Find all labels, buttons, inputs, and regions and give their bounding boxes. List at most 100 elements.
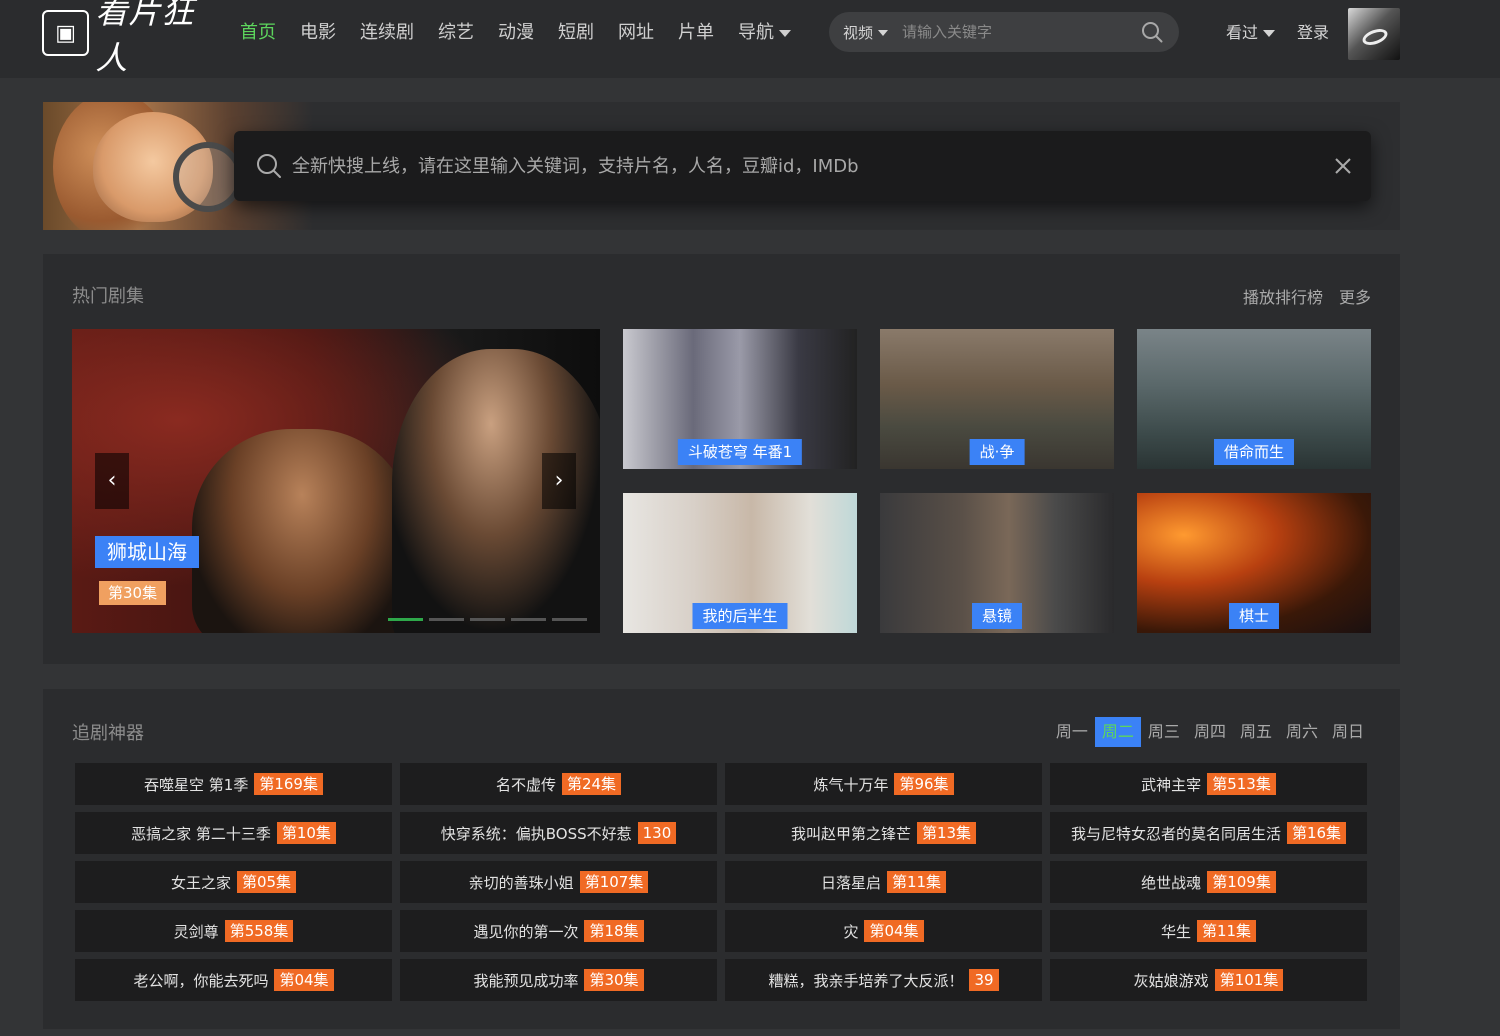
list-item[interactable]: 我能预见成功率 第30集 — [400, 959, 717, 1001]
tab-friday[interactable]: 周五 — [1233, 717, 1279, 747]
main-nav: 首页 电影 连续剧 综艺 动漫 短剧 网址 片单 导航 — [240, 18, 815, 48]
quick-search-input[interactable] — [292, 151, 1292, 181]
hero-carousel[interactable]: ‹ › 狮城山海 第30集 — [72, 329, 600, 633]
tab-sunday[interactable]: 周日 — [1325, 717, 1371, 747]
hero-figure-left — [192, 429, 412, 633]
nav-item-variety[interactable]: 综艺 — [438, 18, 474, 48]
series-card[interactable]: 我的后半生 — [623, 493, 857, 633]
search-type-select[interactable]: 视频 — [843, 22, 889, 43]
list-item[interactable]: 老公啊，你能去死吗 第04集 — [75, 959, 392, 1001]
ranking-link[interactable]: 播放排行榜 — [1243, 284, 1323, 308]
tab-monday[interactable]: 周一 — [1049, 717, 1095, 747]
search-icon[interactable] — [1141, 21, 1163, 43]
carousel-dot[interactable] — [429, 618, 464, 621]
list-item[interactable]: 灰姑娘游戏 第101集 — [1050, 959, 1367, 1001]
weekday-tabs: 周一 周二 周三 周四 周五 周六 周日 — [1049, 717, 1371, 747]
series-title: 借命而生 — [1213, 439, 1295, 465]
episode-badge: 第05集 — [236, 871, 297, 893]
series-card[interactable]: 悬镜 — [880, 493, 1114, 633]
list-item[interactable]: 糟糕，我亲手培养了大反派！ 39 — [725, 959, 1042, 1001]
list-item[interactable]: 亲切的善珠小姐 第107集 — [400, 861, 717, 903]
chevron-down-icon — [878, 30, 889, 36]
close-icon[interactable] — [1334, 157, 1352, 175]
drama-tracker-section: 追剧神器 周一 周二 周三 周四 周五 周六 周日 吞噬星空 第1季 第169集 … — [43, 689, 1400, 1029]
episode-badge: 第18集 — [584, 920, 644, 942]
item-name: 女王之家 — [170, 873, 231, 892]
list-item[interactable]: 日落星启 第11集 — [725, 861, 1042, 903]
series-title: 棋士 — [1228, 603, 1280, 629]
nav-item-short-drama[interactable]: 短剧 — [558, 18, 594, 48]
quick-search-box: beta — [234, 131, 1371, 201]
nav-item-anime[interactable]: 动漫 — [498, 18, 534, 48]
carousel-dot[interactable] — [388, 618, 423, 621]
logo-icon: ▣ — [42, 10, 90, 56]
episode-badge: 第109集 — [1207, 871, 1276, 893]
carousel-dot[interactable] — [470, 618, 505, 621]
list-item[interactable]: 恶搞之家 第二十三季 第10集 — [75, 812, 392, 854]
list-item[interactable]: 灵剑尊 第558集 — [75, 910, 392, 952]
episode-badge: 第16集 — [1286, 822, 1347, 844]
watched-history-menu[interactable]: 看过 — [1226, 18, 1276, 48]
list-item[interactable]: 绝世战魂 第109集 — [1050, 861, 1367, 903]
watched-label: 看过 — [1226, 23, 1259, 42]
item-name: 我叫赵甲第之锋芒 — [790, 824, 911, 843]
item-name: 我能预见成功率 — [473, 971, 579, 990]
episode-badge: 第11集 — [886, 871, 947, 893]
list-item[interactable]: 我叫赵甲第之锋芒 第13集 — [725, 812, 1042, 854]
series-title: 我的后半生 — [692, 603, 788, 629]
episode-badge: 第30集 — [584, 969, 644, 991]
series-card[interactable]: 战·争 — [880, 329, 1114, 469]
tab-thursday[interactable]: 周四 — [1187, 717, 1233, 747]
carousel-next-button[interactable]: › — [542, 453, 576, 509]
nav-item-series[interactable]: 连续剧 — [360, 18, 414, 48]
item-name: 恶搞之家 第二十三季 — [131, 824, 271, 843]
item-name: 糟糕，我亲手培养了大反派！ — [768, 971, 964, 990]
item-name: 我与尼特女忍者的莫名同居生活 — [1070, 824, 1281, 843]
carousel-dot[interactable] — [552, 618, 587, 621]
nav-item-movies[interactable]: 电影 — [300, 18, 336, 48]
carousel-prev-button[interactable]: ‹ — [95, 453, 129, 509]
item-name: 老公啊，你能去死吗 — [133, 971, 269, 990]
nav-item-home[interactable]: 首页 — [240, 18, 276, 48]
episode-badge: 第558集 — [224, 920, 294, 942]
nav-item-navigation[interactable]: 导航 — [738, 18, 791, 48]
hot-series-section: 热门剧集 播放排行榜 更多 ‹ › 狮城山海 第30集 斗破苍穹 年番1 战·争… — [43, 254, 1400, 664]
tab-wednesday[interactable]: 周三 — [1141, 717, 1187, 747]
series-card[interactable]: 棋士 — [1137, 493, 1371, 633]
site-logo[interactable]: ▣ 看片狂人 — [42, 0, 220, 77]
list-item[interactable]: 女王之家 第05集 — [75, 861, 392, 903]
list-item[interactable]: 遇见你的第一次 第18集 — [400, 910, 717, 952]
episode-badge: 第04集 — [274, 969, 334, 991]
item-name: 名不虚传 — [495, 775, 556, 794]
section-title: 追剧神器 — [72, 723, 144, 744]
login-link[interactable]: 登录 — [1297, 18, 1329, 48]
episode-badge: 第513集 — [1207, 773, 1276, 795]
nav-item-urls[interactable]: 网址 — [618, 18, 654, 48]
carousel-dot[interactable] — [511, 618, 546, 621]
nav-navigation-label: 导航 — [738, 22, 774, 43]
top-navigation-bar: ▣ 看片狂人 首页 电影 连续剧 综艺 动漫 短剧 网址 片单 导航 视频 看过… — [0, 0, 1500, 78]
episode-badge: 第169集 — [254, 773, 323, 795]
item-name: 灾 — [843, 922, 859, 941]
list-item[interactable]: 吞噬星空 第1季 第169集 — [75, 763, 392, 805]
item-name: 武神主宰 — [1141, 775, 1202, 794]
item-name: 炼气十万年 — [813, 775, 889, 794]
list-item[interactable]: 炼气十万年 第96集 — [725, 763, 1042, 805]
series-card[interactable]: 借命而生 — [1137, 329, 1371, 469]
episode-badge: 第96集 — [894, 773, 954, 795]
tab-tuesday[interactable]: 周二 — [1094, 717, 1141, 747]
search-input[interactable] — [902, 23, 1113, 41]
chevron-down-icon — [1263, 30, 1276, 37]
list-item[interactable]: 名不虚传 第24集 — [400, 763, 717, 805]
series-card[interactable]: 斗破苍穹 年番1 — [623, 329, 857, 469]
more-link[interactable]: 更多 — [1339, 284, 1371, 308]
avatar[interactable] — [1348, 8, 1400, 60]
tab-saturday[interactable]: 周六 — [1279, 717, 1325, 747]
list-item[interactable]: 我与尼特女忍者的莫名同居生活 第16集 — [1050, 812, 1367, 854]
item-name: 华生 — [1160, 922, 1191, 941]
list-item[interactable]: 华生 第11集 — [1050, 910, 1367, 952]
nav-item-lists[interactable]: 片单 — [678, 18, 714, 48]
list-item[interactable]: 武神主宰 第513集 — [1050, 763, 1367, 805]
list-item[interactable]: 快穿系统：偏执BOSS不好惹 130 — [400, 812, 717, 854]
list-item[interactable]: 灾第04集 — [725, 910, 1042, 952]
